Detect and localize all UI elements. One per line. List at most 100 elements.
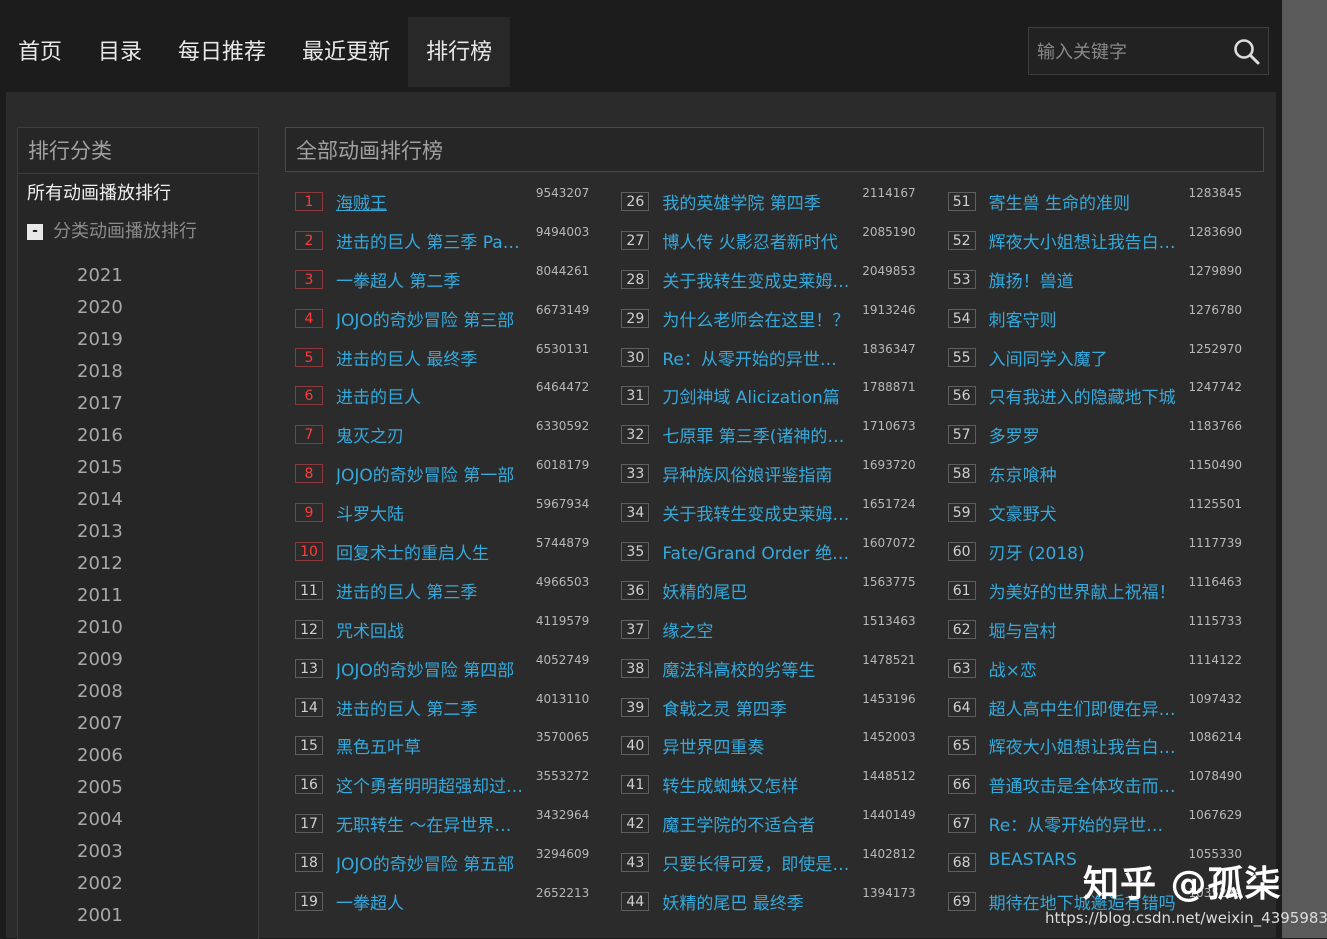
anime-title-link[interactable]: 无职转生 ～在异世界认真地活下去～ <box>336 811 524 836</box>
sidebar-year-2019[interactable]: 2019 <box>18 324 258 356</box>
nav-catalog[interactable]: 目录 <box>80 17 160 87</box>
rank-badge: 63 <box>947 658 976 678</box>
anime-title-link[interactable]: 异世界四重奏 <box>662 733 850 758</box>
sidebar-year-2001[interactable]: 2001 <box>18 900 258 932</box>
sidebar-year-2005[interactable]: 2005 <box>18 772 258 804</box>
anime-title-link[interactable]: Re：从零开始的异世界生活 <box>662 345 850 370</box>
anime-title-link[interactable]: 战×恋 <box>989 656 1177 681</box>
anime-title-link[interactable]: 为美好的世界献上祝福！ <box>989 578 1177 603</box>
anime-title-link[interactable]: 堀与宫村 <box>989 617 1177 642</box>
anime-title-link[interactable]: 一拳超人 第二季 <box>336 267 524 292</box>
sidebar-year-2017[interactable]: 2017 <box>18 388 258 420</box>
nav-daily-picks[interactable]: 每日推荐 <box>160 17 284 87</box>
sidebar-year-2016[interactable]: 2016 <box>18 420 258 452</box>
anime-title-link[interactable]: 辉夜大小姐想让我告白～天才们的恋爱头脑战～ <box>989 228 1177 253</box>
nav-home[interactable]: 首页 <box>0 17 80 87</box>
ranking-row: 53 旗扬！兽道 1279890 <box>938 262 1264 301</box>
anime-title-link[interactable]: 进击的巨人 最终季 <box>336 345 524 370</box>
nav-rankings[interactable]: 排行榜 <box>408 17 511 87</box>
anime-title-link[interactable]: 寄生兽 生命的准则 <box>989 189 1177 214</box>
anime-title-link[interactable]: JOJO的奇妙冒险 第四部 <box>336 656 524 681</box>
anime-title-link[interactable]: 一拳超人 <box>336 889 524 914</box>
anime-title-link[interactable]: Fate/Grand Order 绝对魔兽战线 <box>662 539 850 564</box>
anime-title-link[interactable]: 关于我转生变成史莱姆这档事 <box>662 267 850 292</box>
sidebar-year-2003[interactable]: 2003 <box>18 836 258 868</box>
rank-badge: 33 <box>621 464 650 484</box>
collapse-icon[interactable]: - <box>27 224 43 240</box>
anime-title-link[interactable]: JOJO的奇妙冒险 第三部 <box>336 306 524 331</box>
sidebar-year-2009[interactable]: 2009 <box>18 644 258 676</box>
sidebar-year-2015[interactable]: 2015 <box>18 452 258 484</box>
rank-badge: 27 <box>621 230 650 250</box>
anime-title-link[interactable]: 异种族风俗娘评鉴指南 <box>662 461 850 486</box>
sidebar-year-2020[interactable]: 2020 <box>18 292 258 324</box>
sidebar-year-2018[interactable]: 2018 <box>18 356 258 388</box>
sidebar-year-2006[interactable]: 2006 <box>18 740 258 772</box>
anime-title-link[interactable]: 进击的巨人 第三季 <box>336 578 524 603</box>
anime-title-link[interactable]: 魔王学院的不适合者 <box>662 811 850 836</box>
anime-title-link[interactable]: 只有我进入的隐藏地下城 <box>989 383 1177 408</box>
anime-title-link[interactable]: 鬼灭之刃 <box>336 422 524 447</box>
sidebar-year-2008[interactable]: 2008 <box>18 676 258 708</box>
play-count: 1252970 <box>1188 341 1242 356</box>
anime-title-link[interactable]: 普通攻击是全体攻击而且能二次攻击的妈妈你喜欢吗？ <box>989 772 1177 797</box>
search-icon[interactable] <box>1232 37 1262 67</box>
anime-title-link[interactable]: JOJO的奇妙冒险 第五部 <box>336 850 524 875</box>
anime-title-link[interactable]: 超人高中生们即便在异世界也能从容生存 <box>989 695 1177 720</box>
anime-title-link[interactable]: 进击的巨人 第三季 Part.2 <box>336 228 524 253</box>
play-count: 1513463 <box>862 613 916 628</box>
source-url: https://blog.csdn.net/weixin_43959833 <box>1045 909 1327 927</box>
search-input[interactable] <box>1029 28 1234 76</box>
sidebar-year-2014[interactable]: 2014 <box>18 484 258 516</box>
anime-title-link[interactable]: 为什么老师会在这里！？ <box>662 306 850 331</box>
sidebar-item-all[interactable]: 所有动画播放排行 <box>18 174 258 214</box>
anime-title-link[interactable]: 关于我转生变成史莱姆这档事 第二季 <box>662 500 850 525</box>
anime-title-link[interactable]: 入间同学入魔了 <box>989 345 1177 370</box>
anime-title-link[interactable]: 旗扬！兽道 <box>989 267 1177 292</box>
anime-title-link[interactable]: 妖精的尾巴 最终季 <box>662 889 850 914</box>
anime-title-link[interactable]: 海贼王 <box>336 189 524 214</box>
anime-title-link[interactable]: 多罗罗 <box>989 422 1177 447</box>
sidebar-item-category[interactable]: - 分类动画播放排行 <box>18 214 258 250</box>
anime-title-link[interactable]: 刃牙 (2018) <box>989 539 1177 564</box>
play-count: 2085190 <box>862 224 916 239</box>
anime-title-link[interactable]: JOJO的奇妙冒险 第一部 <box>336 461 524 486</box>
anime-title-link[interactable]: 食戟之灵 第四季 <box>662 695 850 720</box>
sidebar-year-2013[interactable]: 2013 <box>18 516 258 548</box>
sidebar-year-2021[interactable]: 2021 <box>18 260 258 292</box>
anime-title-link[interactable]: 妖精的尾巴 <box>662 578 850 603</box>
anime-title-link[interactable]: 七原罪 第三季(诸神的逆鳞) <box>662 422 850 447</box>
anime-title-link[interactable]: 魔法科高校的劣等生 <box>662 656 850 681</box>
anime-title-link[interactable]: 博人传 火影忍者新时代 <box>662 228 850 253</box>
sidebar-year-2011[interactable]: 2011 <box>18 580 258 612</box>
ranking-row: 41 转生成蜘蛛又怎样 1448512 <box>611 767 937 806</box>
sidebar-year-2007[interactable]: 2007 <box>18 708 258 740</box>
anime-title-link[interactable]: 我的英雄学院 第四季 <box>662 189 850 214</box>
sidebar-year-2010[interactable]: 2010 <box>18 612 258 644</box>
rank-badge: 66 <box>947 775 976 795</box>
sidebar-year-2002[interactable]: 2002 <box>18 868 258 900</box>
anime-title-link[interactable]: 东京喰种 <box>989 461 1177 486</box>
anime-title-link[interactable]: Re：从零开始的异世界生活 第二季 <box>989 811 1177 836</box>
play-count: 1117739 <box>1188 536 1242 551</box>
sidebar-year-2004[interactable]: 2004 <box>18 804 258 836</box>
anime-title-link[interactable]: 回复术士的重启人生 <box>336 539 524 564</box>
anime-title-link[interactable]: 辉夜大小姐想让我告白？～天才们的恋爱头脑战～ <box>989 733 1177 758</box>
rank-badge: 42 <box>621 814 650 834</box>
anime-title-link[interactable]: 斗罗大陆 <box>336 500 524 525</box>
sidebar-year-2012[interactable]: 2012 <box>18 548 258 580</box>
anime-title-link[interactable]: 咒术回战 <box>336 617 524 642</box>
ranking-row: 51 寄生兽 生命的准则 1283845 <box>938 184 1264 223</box>
ranking-row: 61 为美好的世界献上祝福！ 1116463 <box>938 573 1264 612</box>
anime-title-link[interactable]: 转生成蜘蛛又怎样 <box>662 772 850 797</box>
anime-title-link[interactable]: 进击的巨人 <box>336 383 524 408</box>
anime-title-link[interactable]: 文豪野犬 <box>989 500 1177 525</box>
anime-title-link[interactable]: 进击的巨人 第二季 <box>336 695 524 720</box>
nav-recent-updates[interactable]: 最近更新 <box>284 17 408 87</box>
anime-title-link[interactable]: 黑色五叶草 <box>336 733 524 758</box>
anime-title-link[interactable]: 刀剑神域 Alicization篇 <box>662 383 850 408</box>
anime-title-link[interactable]: 刺客守则 <box>989 306 1177 331</box>
anime-title-link[interactable]: 这个勇者明明超强却过分慎重 <box>336 772 524 797</box>
anime-title-link[interactable]: 缘之空 <box>662 617 850 642</box>
anime-title-link[interactable]: 只要长得可爱，即使是变态你也会喜欢我吗 <box>662 850 850 875</box>
